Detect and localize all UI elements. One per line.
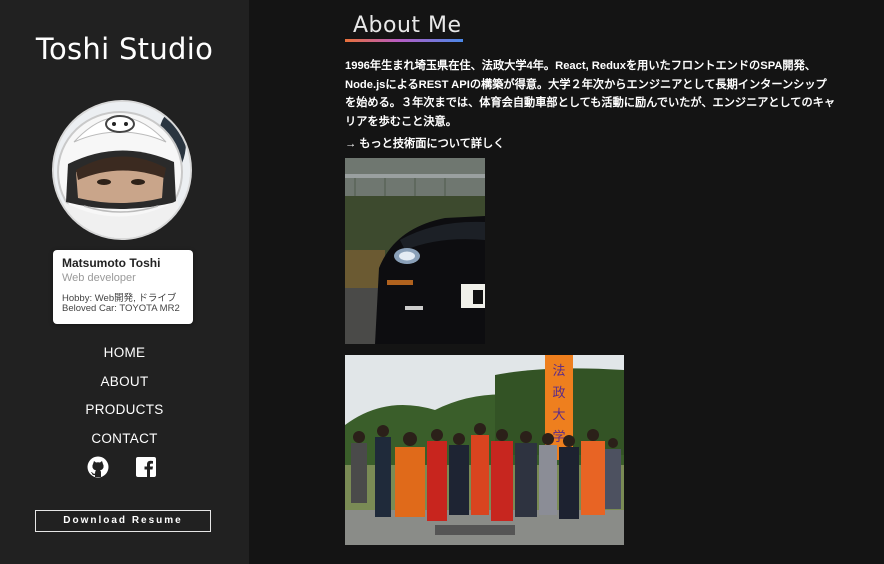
- nav-item-about[interactable]: ABOUT: [0, 369, 249, 398]
- profile-card: Matsumoto Toshi Web developer Hobby: Web…: [53, 250, 193, 324]
- banner-char-3: 大: [552, 408, 565, 423]
- team-photo: 法 政 大 学: [345, 355, 624, 545]
- profile-role: Web developer: [62, 272, 136, 284]
- github-icon[interactable]: [87, 456, 109, 478]
- nav-item-products[interactable]: PRODUCTS: [0, 397, 249, 426]
- banner-char-2: 政: [552, 386, 565, 401]
- bio-text: 1996年生まれ埼玉県在住、法政大学4年。React, Reduxを用いたフロン…: [345, 60, 836, 128]
- banner-char-1: 法: [552, 364, 565, 379]
- social-links: [87, 456, 157, 478]
- profile-hobby: Hobby: Web開発, ドライブ: [62, 293, 177, 304]
- brand-title[interactable]: Toshi Studio: [0, 32, 249, 66]
- sidebar: Toshi Studio Matsumoto Toshi Web develop…: [0, 0, 249, 564]
- car-photo: [345, 158, 485, 344]
- avatar: [54, 102, 190, 238]
- more-tech-link[interactable]: → もっと技術面について詳しく: [345, 135, 504, 151]
- page-title: About Me: [353, 13, 462, 38]
- download-resume-button[interactable]: Download Resume: [35, 510, 211, 532]
- nav-item-home[interactable]: HOME: [0, 340, 249, 369]
- title-underline: [345, 39, 463, 42]
- profile-name: Matsumoto Toshi: [62, 256, 161, 270]
- profile-car: Beloved Car: TOYOTA MR2: [62, 303, 180, 314]
- main-content: About Me 1996年生まれ埼玉県在住、法政大学4年。React, Red…: [249, 0, 884, 564]
- sidebar-nav: HOME ABOUT PRODUCTS CONTACT: [0, 340, 249, 454]
- facebook-icon[interactable]: [135, 456, 157, 478]
- nav-item-contact[interactable]: CONTACT: [0, 426, 249, 455]
